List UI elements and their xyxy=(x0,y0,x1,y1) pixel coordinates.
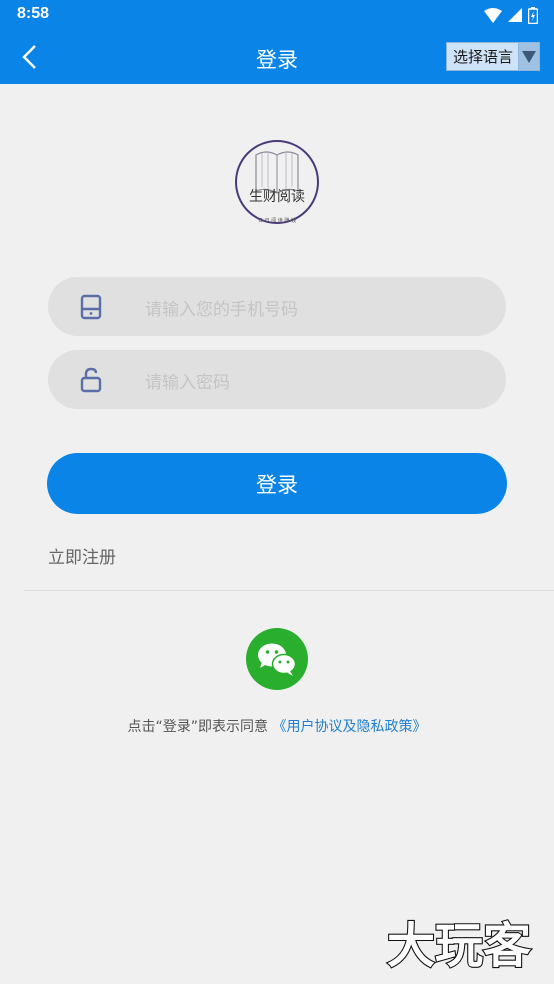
wechat-login-button[interactable] xyxy=(246,628,308,690)
logo-tagline: 日 日 阅 读 赚 钱 xyxy=(258,217,296,224)
unlock-icon xyxy=(80,367,102,393)
app-bar: 登录 选择语言 xyxy=(0,30,554,84)
watermark: 大玩客 xyxy=(386,917,532,974)
logo-name: 生财阅读 xyxy=(249,188,305,205)
login-button[interactable]: 登录 xyxy=(47,453,507,514)
phone-icon xyxy=(80,294,102,320)
wifi-icon xyxy=(484,7,502,23)
password-placeholder: 请输入密码 xyxy=(145,373,230,393)
phone-input[interactable]: 请输入您的手机号码 xyxy=(48,277,506,336)
agreement-text: 点击“登录”即表示同意 《用户协议及隐私政策》 xyxy=(0,716,554,736)
register-link[interactable]: 立即注册 xyxy=(48,543,116,568)
status-bar: 8:58 xyxy=(0,0,554,30)
watermark-text: 大玩客 xyxy=(387,918,531,974)
phone-placeholder: 请输入您的手机号码 xyxy=(145,300,298,320)
divider xyxy=(24,590,554,591)
signal-icon xyxy=(508,8,522,22)
password-input[interactable]: 请输入密码 xyxy=(48,350,506,409)
battery-icon xyxy=(528,6,538,24)
select-language-label: 选择语言 xyxy=(453,48,514,66)
status-time: 8:58 xyxy=(17,5,50,22)
wechat-icon xyxy=(258,643,297,676)
select-language-button[interactable]: 选择语言 xyxy=(446,42,540,71)
agreement-link[interactable]: 《用户协议及隐私政策》 xyxy=(272,719,426,735)
app-logo: 生财阅读 日 日 阅 读 赚 钱 xyxy=(232,137,322,227)
status-icons xyxy=(484,6,538,24)
dropdown-triangle-icon xyxy=(518,43,539,70)
agreement-prefix: 点击“登录”即表示同意 xyxy=(127,719,273,735)
